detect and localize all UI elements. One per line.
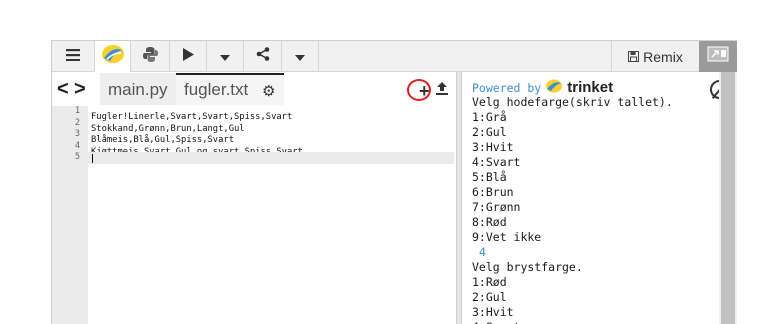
chevron-down-icon (295, 48, 305, 66)
tabs-prev-icon[interactable]: < (57, 78, 69, 101)
code-line: 3 Blåmeis,Blå,Gul,Spiss,Svart (75, 129, 454, 145)
python-icon (142, 46, 159, 68)
menu-icon (66, 48, 80, 66)
console-line: 6:Brun (472, 185, 514, 199)
line-number: 1 (74, 106, 80, 116)
upload-icon[interactable] (436, 82, 448, 99)
run-options-dropdown[interactable] (207, 41, 244, 72)
console-line: Velg hodefarge(skriv tallet). (472, 95, 673, 109)
toolbar: Remix (52, 40, 737, 72)
tab-main-py[interactable]: main.py (100, 73, 176, 105)
fullscreen-icon (707, 46, 729, 67)
console-line: 2:Gul (472, 290, 507, 304)
output-console[interactable]: Powered by trinket Velg hodefarge(skriv … (462, 72, 729, 324)
remix-label: Remix (643, 48, 683, 65)
powered-by-trinket[interactable]: Powered by trinket (472, 79, 613, 96)
code-line: 2 Stokkand,Grønn,Brun,Langt,Gul (75, 118, 454, 134)
trinket-logo-icon (101, 44, 125, 69)
console-line: 4:Svart (472, 155, 521, 169)
console-user-input: 4 (479, 245, 486, 259)
tab-fugler-txt[interactable]: fugler.txt ⚙ (176, 73, 284, 105)
line-number: 4 (74, 140, 80, 151)
add-file-icon[interactable]: + (419, 81, 430, 102)
share-button[interactable] (244, 41, 282, 72)
code-editor: < > main.py fugler.txt ⚙ + 1 Fugler!Line… (52, 72, 456, 324)
console-line: 3:Hvit (472, 140, 514, 154)
line-number: 3 (74, 129, 80, 139)
file-tab-bar: < > main.py fugler.txt ⚙ + (52, 72, 456, 105)
console-line: 7:Grønn (472, 200, 521, 214)
trinket-home-button[interactable] (95, 41, 131, 72)
run-icon (182, 47, 194, 66)
console-line: 8:Rød (472, 215, 507, 229)
console-line: Velg brystfarge. (472, 260, 583, 274)
trinket-embed: Remix < > main.py fugler.txt ⚙ + 1 Fugle… (51, 40, 737, 324)
console-line: 2:Gul (472, 125, 507, 139)
tab-label: fugler.txt (184, 80, 249, 99)
tabs-next-icon[interactable]: > (74, 78, 86, 101)
code-line-current: 5 (75, 152, 454, 164)
trinket-brand: trinket (567, 79, 614, 96)
tab-label: main.py (108, 80, 168, 99)
view-toggle-button[interactable] (699, 41, 737, 72)
code-line: 1 Fugler!Linerle,Svart,Svart,Spiss,Svart (75, 106, 454, 122)
language-button[interactable] (131, 41, 170, 72)
gear-icon[interactable]: ⚙ (262, 82, 275, 100)
code-line: 4 Kjøttmeis,Svart,Gul og svart,Spiss,Sva… (75, 141, 454, 157)
menu-button[interactable] (52, 41, 95, 72)
text-cursor (92, 154, 93, 163)
trinket-logo-icon (545, 79, 563, 96)
share-options-dropdown[interactable] (282, 41, 319, 72)
run-button[interactable] (170, 41, 207, 72)
console-line: 9:Vet ikke (472, 230, 542, 244)
console-lines: Velg hodefarge(skriv tallet). 1:Grå 2:Gul 3… (472, 95, 712, 324)
line-number: 2 (74, 117, 80, 128)
save-icon (628, 49, 640, 65)
powered-by-label: Powered by (472, 80, 542, 95)
share-icon (256, 47, 270, 66)
output-scrollbar[interactable] (719, 72, 737, 324)
console-line: 1:Rød (472, 275, 507, 289)
console-line: 1:Grå (472, 110, 507, 124)
line-number: 5 (74, 152, 80, 162)
console-line: 4:Svart (472, 320, 712, 324)
code-area[interactable]: 1 Fugler!Linerle,Svart,Svart,Spiss,Svart… (75, 106, 454, 324)
line-text (88, 158, 91, 168)
remix-button[interactable]: Remix (611, 41, 699, 72)
console-line: 3:Hvit (472, 305, 514, 319)
console-line: 5:Blå (472, 170, 507, 184)
chevron-down-icon (220, 48, 230, 66)
scrollbar-thumb[interactable] (721, 72, 735, 324)
